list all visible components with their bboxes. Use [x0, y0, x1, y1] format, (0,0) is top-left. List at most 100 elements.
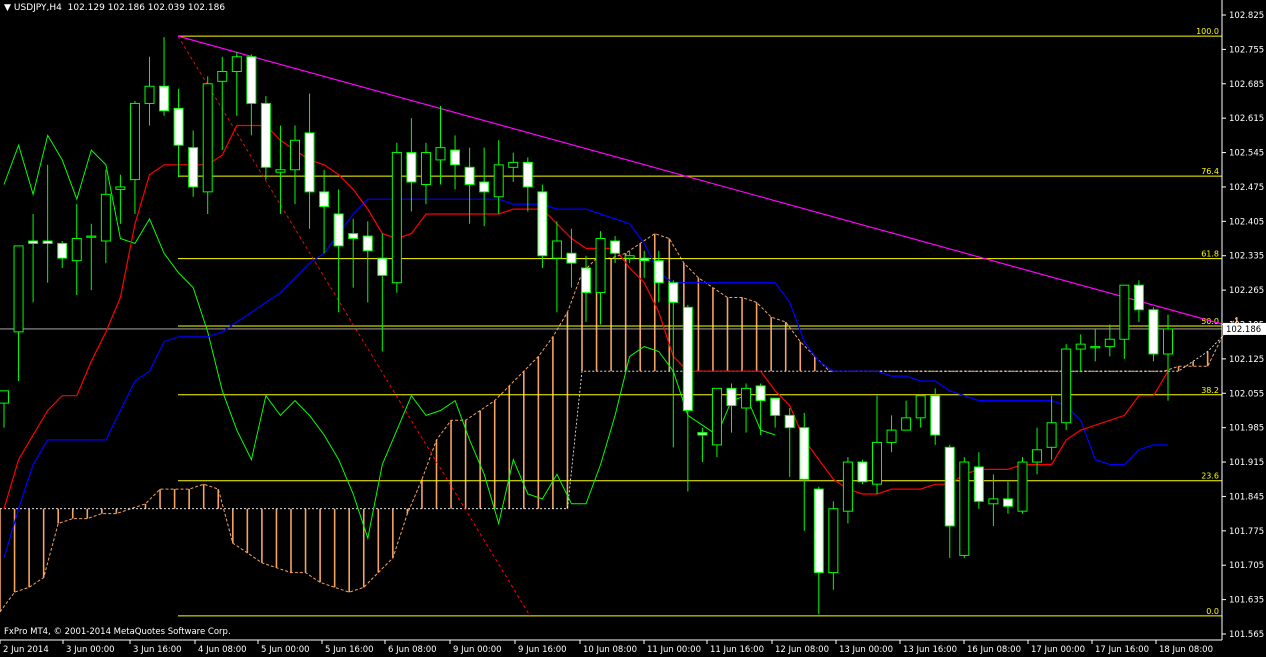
- candle: [973, 452, 984, 509]
- candle-body-bull: [0, 390, 9, 404]
- candle: [348, 218, 359, 288]
- candle-body-bear: [260, 102, 271, 168]
- candle: [42, 164, 53, 283]
- candle: [813, 486, 824, 615]
- y-tick-label: 101.775: [1229, 527, 1264, 537]
- candle-body-bull: [828, 508, 839, 574]
- candle-body-bull: [420, 152, 431, 185]
- candle: [1032, 427, 1043, 475]
- candle-body-bull: [1119, 284, 1130, 340]
- y-tick-label: 102.545: [1229, 149, 1264, 159]
- copyright-text: FxPro MT4, © 2001-2014 MetaQuotes Softwa…: [4, 627, 231, 637]
- candle-body-bull: [231, 56, 242, 72]
- candle-body-bull: [290, 139, 300, 171]
- candle: [901, 400, 912, 431]
- candle: [28, 213, 39, 303]
- x-tick-label: 16 Jun 08:00: [967, 645, 1021, 655]
- candle: [100, 169, 111, 264]
- candle: [682, 304, 693, 492]
- candle-body-bull: [624, 255, 635, 259]
- candle-body-bull: [1032, 449, 1043, 463]
- candle-body-bull: [144, 85, 155, 104]
- candle: [1090, 329, 1101, 362]
- candle: [872, 395, 882, 494]
- candle-body-bear: [682, 306, 693, 411]
- candle: [508, 152, 519, 183]
- x-tick-label: 10 Jun 08:00: [583, 645, 637, 655]
- candle-body-bear: [159, 85, 170, 112]
- candle-body-bull: [1046, 422, 1057, 448]
- y-tick-label: 101.845: [1229, 492, 1264, 502]
- x-tick-label: 4 Jun 08:00: [198, 645, 247, 655]
- candle-body-bear: [377, 257, 388, 276]
- x-tick-label: 18 Jun 08:00: [1159, 645, 1213, 655]
- candle: [624, 250, 635, 264]
- x-axis: 2 Jun 2014 3 Jun 00:00 3 Jun 16:00 4 Jun 08…: [0, 639, 1222, 655]
- x-tick-label: 17 Jun 00:00: [1031, 645, 1085, 655]
- candle: [595, 231, 606, 325]
- candle-body-bull: [71, 238, 82, 262]
- candle: [246, 54, 257, 136]
- y-tick-label: 102.825: [1229, 11, 1264, 21]
- candle-body-bear: [581, 267, 591, 294]
- candle-body-bear: [537, 191, 548, 257]
- candle-body-bull: [901, 417, 912, 431]
- candle: [71, 204, 82, 296]
- candle-body-bull: [493, 164, 504, 198]
- candle-body-bear: [1133, 284, 1144, 311]
- candle-body-bull: [1075, 343, 1086, 350]
- fibo-label: 76.4: [1201, 167, 1219, 176]
- fibo-label: 61.8: [1201, 250, 1219, 259]
- candle-body-bull: [1104, 338, 1115, 348]
- candle-body-bear: [188, 147, 199, 188]
- x-tick-label: 11 Jun 16:00: [710, 645, 764, 655]
- price-chart[interactable]: 100.0 76.4 61.8 50.0 38.2 23.6 0.0 102.825 102.7…: [0, 0, 1266, 657]
- candle: [784, 408, 795, 477]
- current-price-label: 102.186: [1226, 325, 1261, 335]
- candle: [930, 388, 941, 445]
- candle: [290, 125, 300, 205]
- fibo-label: 23.6: [1201, 472, 1219, 481]
- fibo-label: 0.0: [1206, 607, 1219, 616]
- candle: [435, 105, 446, 185]
- candle-body-bull: [842, 461, 853, 512]
- candle: [566, 228, 577, 288]
- candle-body-bear: [668, 282, 679, 303]
- candle-body-bull: [129, 102, 140, 181]
- candle-body-bear: [639, 257, 650, 262]
- y-tick-label: 101.705: [1229, 561, 1264, 571]
- candle-body-bull: [915, 395, 926, 419]
- candle: [828, 501, 839, 590]
- x-tick-label: 12 Jun 08:00: [775, 645, 829, 655]
- candle-body-bear: [1148, 309, 1159, 355]
- candle-body-bear: [726, 387, 737, 407]
- candle: [959, 457, 970, 558]
- candle: [57, 240, 68, 269]
- candle: [770, 397, 781, 428]
- candle: [450, 135, 461, 190]
- candle-body-bull: [100, 193, 111, 242]
- candle: [0, 390, 9, 428]
- candle: [537, 184, 548, 269]
- candle-body-bear: [57, 242, 68, 259]
- candle-body-bear: [464, 166, 475, 185]
- candle: [144, 56, 155, 126]
- candle-body-bear: [173, 107, 184, 146]
- x-tick-label: 6 Jun 08:00: [388, 645, 437, 655]
- candle-body-bear: [246, 56, 257, 104]
- y-tick-label: 102.405: [1229, 217, 1264, 227]
- y-tick-label: 102.615: [1229, 114, 1264, 124]
- candle: [1119, 284, 1130, 359]
- candle-body-bear: [784, 414, 795, 429]
- candle: [1075, 334, 1086, 372]
- candle-body-bull: [741, 387, 752, 409]
- y-tick-label: 101.985: [1229, 424, 1264, 434]
- candle: [406, 118, 417, 212]
- candle-body-bear: [944, 446, 955, 527]
- candle-body-bull: [1090, 346, 1101, 349]
- candle-body-bear: [857, 461, 868, 483]
- fibo-label: 38.2: [1201, 386, 1219, 395]
- candle: [333, 189, 344, 313]
- candle-body-bear: [653, 260, 664, 284]
- candle-body-bull: [711, 387, 722, 446]
